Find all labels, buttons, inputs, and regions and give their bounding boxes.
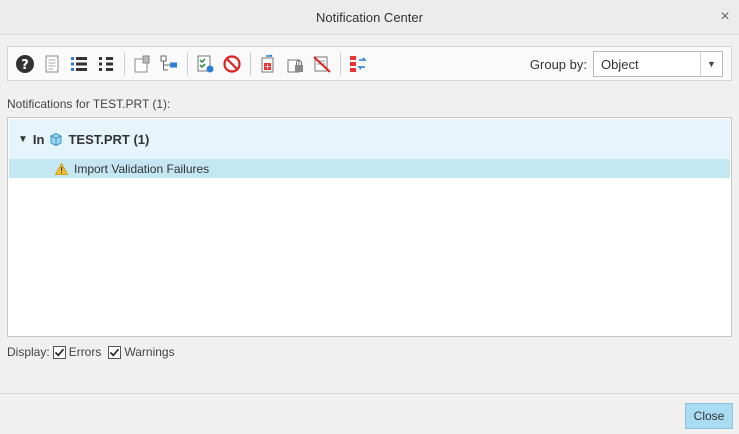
tree-icon[interactable]	[158, 53, 180, 75]
close-button[interactable]: Close	[685, 403, 733, 429]
close-icon[interactable]: ×	[717, 8, 733, 26]
toolbar-separator	[187, 51, 188, 76]
chevron-down-icon[interactable]: ▼	[700, 52, 722, 76]
list-item-label: Import Validation Failures	[74, 161, 210, 176]
checklist-icon[interactable]	[194, 53, 216, 75]
group-by-value: Object	[601, 56, 639, 72]
display-label: Display:	[7, 345, 50, 359]
group-by: Group by: Object ▼	[530, 51, 723, 77]
expand-all-icon[interactable]	[68, 53, 90, 75]
window-title: Notification Center	[316, 9, 423, 25]
notification-tree[interactable]: ▼ In TEST.PRT (1) Import Validation Fail…	[7, 117, 732, 337]
footer-divider	[0, 393, 739, 394]
part-icon	[50, 132, 62, 146]
warnings-label: Warnings	[124, 345, 175, 359]
update-icon[interactable]: +	[257, 53, 279, 75]
collapse-triangle-icon[interactable]: ▼	[18, 134, 28, 145]
warnings-checkbox[interactable]	[108, 345, 122, 359]
toolbar: ? + Group by: Object ▼	[7, 46, 732, 81]
toolbar-separator	[340, 51, 341, 76]
errors-checkbox[interactable]	[52, 345, 66, 359]
clear-icon[interactable]	[311, 53, 333, 75]
sort-icon[interactable]	[347, 53, 369, 75]
tree-group-header[interactable]: ▼ In TEST.PRT (1)	[9, 119, 730, 159]
svg-text:?: ?	[21, 58, 29, 73]
toolbar-separator	[250, 51, 251, 76]
collapse-all-icon[interactable]	[95, 53, 117, 75]
group-name: TEST.PRT (1)	[68, 131, 150, 147]
warning-icon	[55, 162, 68, 175]
group-by-select[interactable]: Object ▼	[593, 51, 723, 77]
group-by-label: Group by:	[529, 56, 587, 72]
report-icon[interactable]	[41, 53, 63, 75]
svg-text:+: +	[264, 62, 271, 71]
title-bar: Notification Center ×	[0, 0, 739, 35]
new-window-icon[interactable]	[131, 53, 153, 75]
lock-icon[interactable]	[284, 53, 306, 75]
notifications-label: Notifications for TEST.PRT (1):	[7, 97, 171, 111]
errors-label: Errors	[68, 345, 102, 359]
list-item[interactable]: Import Validation Failures	[9, 159, 730, 178]
help-icon[interactable]: ?	[14, 53, 36, 75]
group-prefix: In	[32, 131, 45, 147]
cancel-icon[interactable]	[221, 53, 243, 75]
toolbar-separator	[124, 51, 125, 76]
display-filter: Display: Errors Warnings	[7, 344, 175, 360]
